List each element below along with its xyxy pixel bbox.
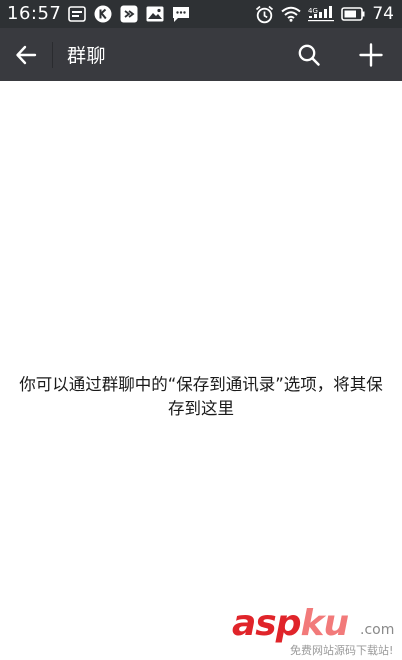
- image-icon: [145, 4, 165, 24]
- status-right: 4G 74: [248, 0, 394, 28]
- signal-label: 4G: [308, 7, 318, 15]
- screen: 16:57 4G 74 群聊 你可以通过群聊中的“保存到通讯录”选项，将其保存到…: [0, 0, 402, 660]
- watermark-tagline: 免费网站源码下载站!: [290, 644, 394, 657]
- search-icon: [298, 44, 320, 66]
- cellular-signal-icon: 4G: [308, 6, 335, 22]
- action-bar: 群聊: [0, 28, 402, 81]
- watermark-brand-asp: asp: [232, 603, 301, 644]
- status-time: 16:57: [7, 3, 62, 24]
- back-arrow-icon: [16, 45, 37, 64]
- plus-icon: [359, 42, 383, 67]
- battery-level: 74: [372, 4, 394, 24]
- status-left: 16:57: [7, 0, 197, 28]
- sync-app-icon: [119, 4, 139, 24]
- wifi-icon: [281, 6, 301, 22]
- add-button[interactable]: [340, 28, 402, 81]
- watermark-brand-ku: ku: [300, 603, 350, 644]
- back-button[interactable]: [0, 28, 52, 81]
- ad-card-icon: [67, 4, 87, 24]
- watermark-dotcom: .com: [360, 622, 395, 638]
- chat-bubble-icon: [171, 4, 191, 24]
- empty-state-message: 你可以通过群聊中的“保存到通讯录”选项，将其保存到这里: [19, 375, 383, 418]
- watermark-brand: aspku: [232, 603, 350, 644]
- status-bar: 16:57 4G 74: [0, 0, 402, 28]
- title-divider: [52, 41, 53, 68]
- page-title: 群聊: [67, 45, 107, 67]
- battery-icon: [341, 7, 365, 21]
- alarm-clock-icon: [255, 5, 274, 24]
- search-button[interactable]: [278, 28, 340, 81]
- k-app-icon: [93, 4, 113, 24]
- watermark-logo: aspku .com 免费网站源码下载站!: [232, 603, 400, 658]
